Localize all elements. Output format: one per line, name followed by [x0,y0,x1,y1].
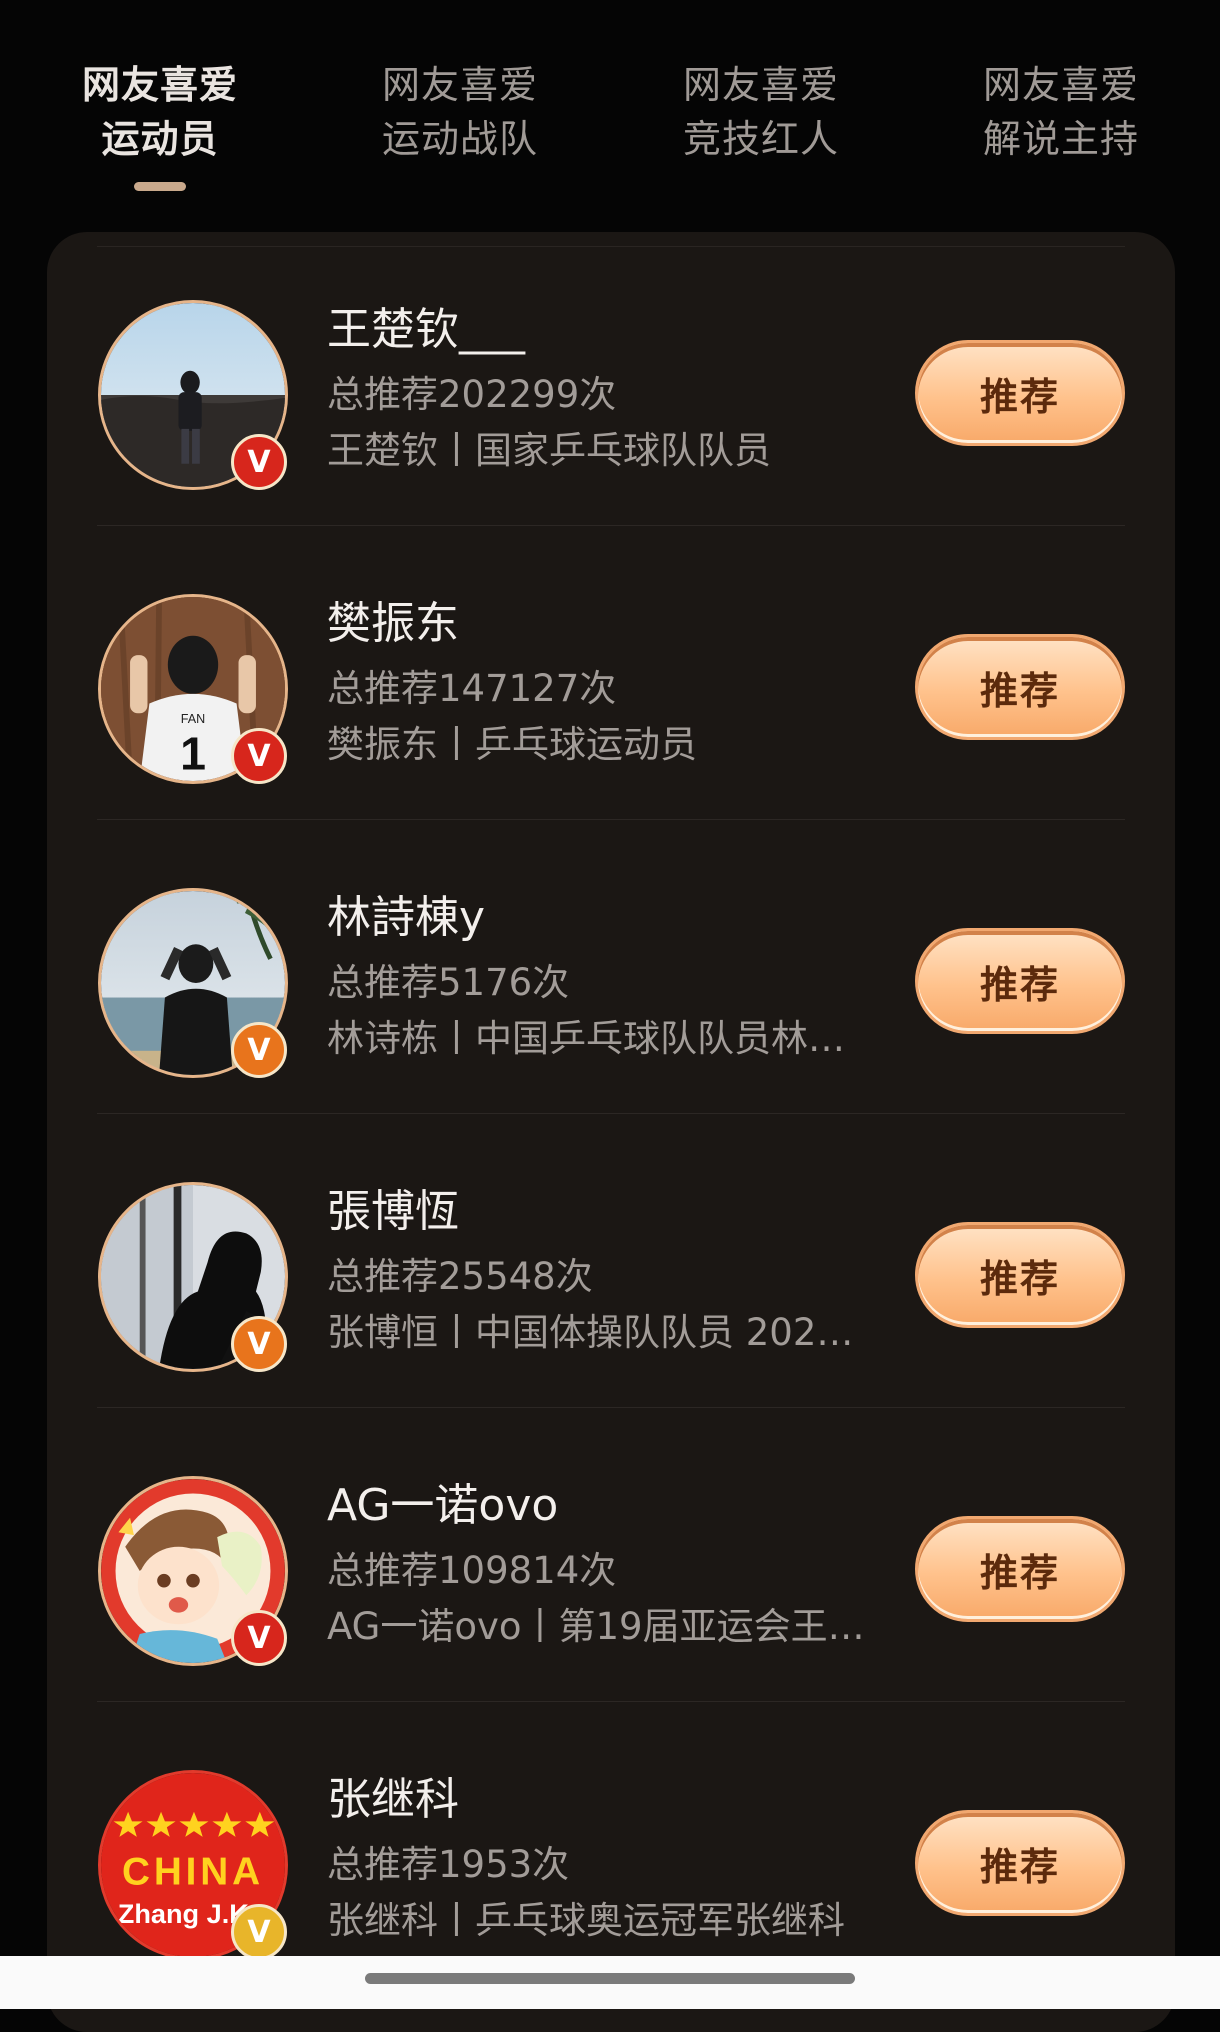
verified-badge-icon: V [231,1904,287,1960]
tab-label-line1: 网友喜爱 [381,63,538,107]
tab-label-line2: 运动员 [101,117,219,161]
tab-label-line1: 网友喜爱 [982,63,1139,107]
tab-label-line2: 解说主持 [982,117,1139,161]
recommend-count: 总推荐202299次 [327,373,617,416]
active-tab-indicator [134,182,186,191]
tab-label-line1: 网友喜爱 [81,63,238,107]
recommend-count: 总推荐1953次 [327,1843,570,1886]
list-item[interactable]: V 王楚钦___ 总推荐202299次 王楚钦丨国家乒乓球队队员 推荐 [47,232,1175,526]
verified-badge-icon: V [231,1316,287,1372]
user-description: AG一诺ovo丨第19届亚运会王… [327,1605,865,1648]
home-indicator[interactable] [365,1973,855,1984]
user-name[interactable]: 張博恆 [327,1182,459,1242]
user-description: 王楚钦丨国家乒乓球队队员 [327,429,771,472]
category-tabs: 网友喜爱 运动员 网友喜爱 运动战队 网友喜爱 竞技红人 网友喜爱 解说主持 [0,0,1220,220]
recommend-count: 总推荐109814次 [327,1549,617,1592]
user-name[interactable]: AG一诺ovo [327,1476,558,1536]
tab-commentators[interactable]: 网友喜爱 解说主持 [931,58,1191,166]
jersey-number: 1 [180,727,206,779]
user-description: 林诗栋丨中国乒乓球队队员林… [327,1017,845,1060]
verified-badge-icon: V [231,1022,287,1078]
recommend-button[interactable]: 推荐 [915,928,1125,1034]
verified-badge-icon: V [231,1610,287,1666]
list-item[interactable]: FAN 1 V 樊振东 总推荐147127次 樊振东丨乒乓球运动员 推荐 [47,526,1175,820]
recommend-count: 总推荐25548次 [327,1255,593,1298]
ranking-list-card: V 王楚钦___ 总推荐202299次 王楚钦丨国家乒乓球队队员 推荐 FAN … [47,232,1175,2032]
user-name[interactable]: 樊振东 [327,594,459,654]
verified-badge-icon: V [231,434,287,490]
recommend-count: 总推荐5176次 [327,961,570,1004]
list-item[interactable]: V 張博恆 总推荐25548次 张博恒丨中国体操队队员 202… 推荐 [47,1114,1175,1408]
recommend-button[interactable]: 推荐 [915,1222,1125,1328]
user-name[interactable]: 张继科 [327,1770,459,1830]
recommend-button[interactable]: 推荐 [915,1810,1125,1916]
recommend-count: 总推荐147127次 [327,667,617,710]
user-name[interactable]: 林詩棟y [327,888,485,948]
user-description: 张继科丨乒乓球奥运冠军张继科 [327,1899,845,1942]
user-name[interactable]: 王楚钦___ [327,300,525,360]
user-description: 张博恒丨中国体操队队员 202… [327,1311,854,1354]
tab-label-line1: 网友喜爱 [682,63,839,107]
tab-influencers[interactable]: 网友喜爱 竞技红人 [631,58,891,166]
jersey-text: FAN [181,712,205,726]
tab-teams[interactable]: 网友喜爱 运动战队 [330,58,590,166]
recommend-button[interactable]: 推荐 [915,340,1125,446]
recommend-button[interactable]: 推荐 [915,634,1125,740]
tab-label-line2: 运动战队 [381,117,538,161]
tab-athletes[interactable]: 网友喜爱 运动员 [30,58,290,191]
china-text: CHINA [122,1850,264,1893]
list-item[interactable]: V 林詩棟y 总推荐5176次 林诗栋丨中国乒乓球队队员林… 推荐 [47,820,1175,1114]
tab-label-line2: 竞技红人 [682,117,839,161]
list-item[interactable]: CHINA Zhang J.K V 张继科 总推荐1953次 张继科丨乒乓球奥运… [47,1702,1175,1996]
recommend-button[interactable]: 推荐 [915,1516,1125,1622]
system-navigation-bar [0,1956,1220,2009]
verified-badge-icon: V [231,728,287,784]
list-item[interactable]: V AG一诺ovo 总推荐109814次 AG一诺ovo丨第19届亚运会王… 推… [47,1408,1175,1702]
zhang-text: Zhang J.K [118,1898,249,1929]
user-description: 樊振东丨乒乓球运动员 [327,723,697,766]
